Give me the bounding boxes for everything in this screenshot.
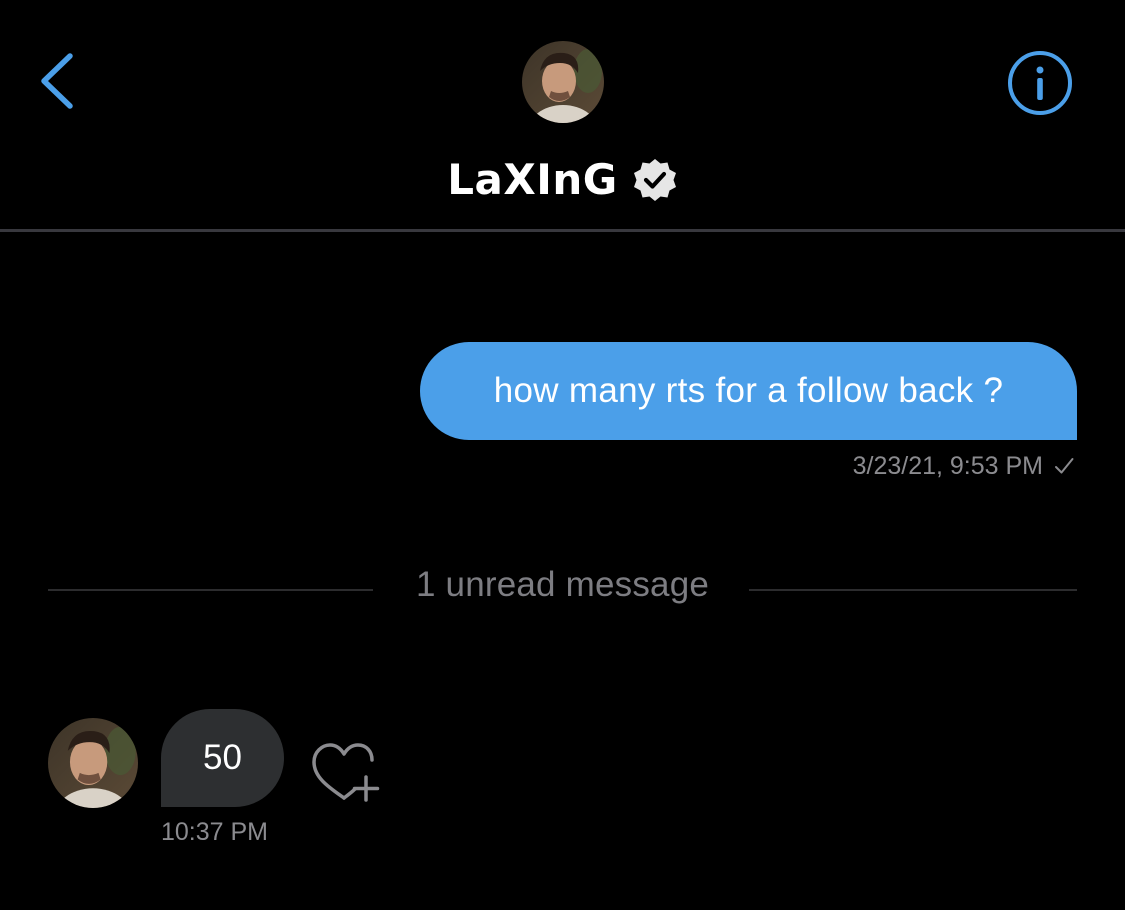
chevron-left-icon xyxy=(41,53,73,109)
checkmark-icon xyxy=(1055,458,1074,474)
conversation-header: LaXInG xyxy=(0,0,1125,232)
like-message-button[interactable] xyxy=(306,738,384,804)
sent-message-meta: 3/23/21, 9:53 PM xyxy=(853,449,1075,483)
contact-avatar[interactable] xyxy=(522,41,604,123)
sent-message-text: how many rts for a follow back ? xyxy=(493,371,1004,410)
received-message-text: 50 xyxy=(203,738,242,777)
avatar-photo xyxy=(522,41,604,123)
unread-label: 1 unread message xyxy=(415,565,710,604)
heart-plus-icon xyxy=(312,743,380,802)
back-button[interactable] xyxy=(30,48,90,114)
verified-badge-icon xyxy=(633,159,676,201)
unread-divider: 1 unread message xyxy=(48,560,1077,610)
contact-name[interactable]: LaXInG xyxy=(447,159,618,201)
title-row: LaXInG xyxy=(0,148,1125,212)
info-button[interactable] xyxy=(1006,49,1074,117)
header-divider xyxy=(0,229,1125,232)
avatar-photo xyxy=(48,718,138,808)
received-message-bubble[interactable]: 50 xyxy=(161,709,284,807)
unread-divider-line-right xyxy=(749,589,1077,591)
sent-timestamp: 3/23/21, 9:53 PM xyxy=(852,451,1043,480)
info-circle-icon xyxy=(1008,51,1072,115)
received-timestamp: 10:37 PM xyxy=(161,818,269,846)
sender-avatar[interactable] xyxy=(48,718,138,808)
sent-message-bubble[interactable]: how many rts for a follow back ? xyxy=(420,342,1077,440)
